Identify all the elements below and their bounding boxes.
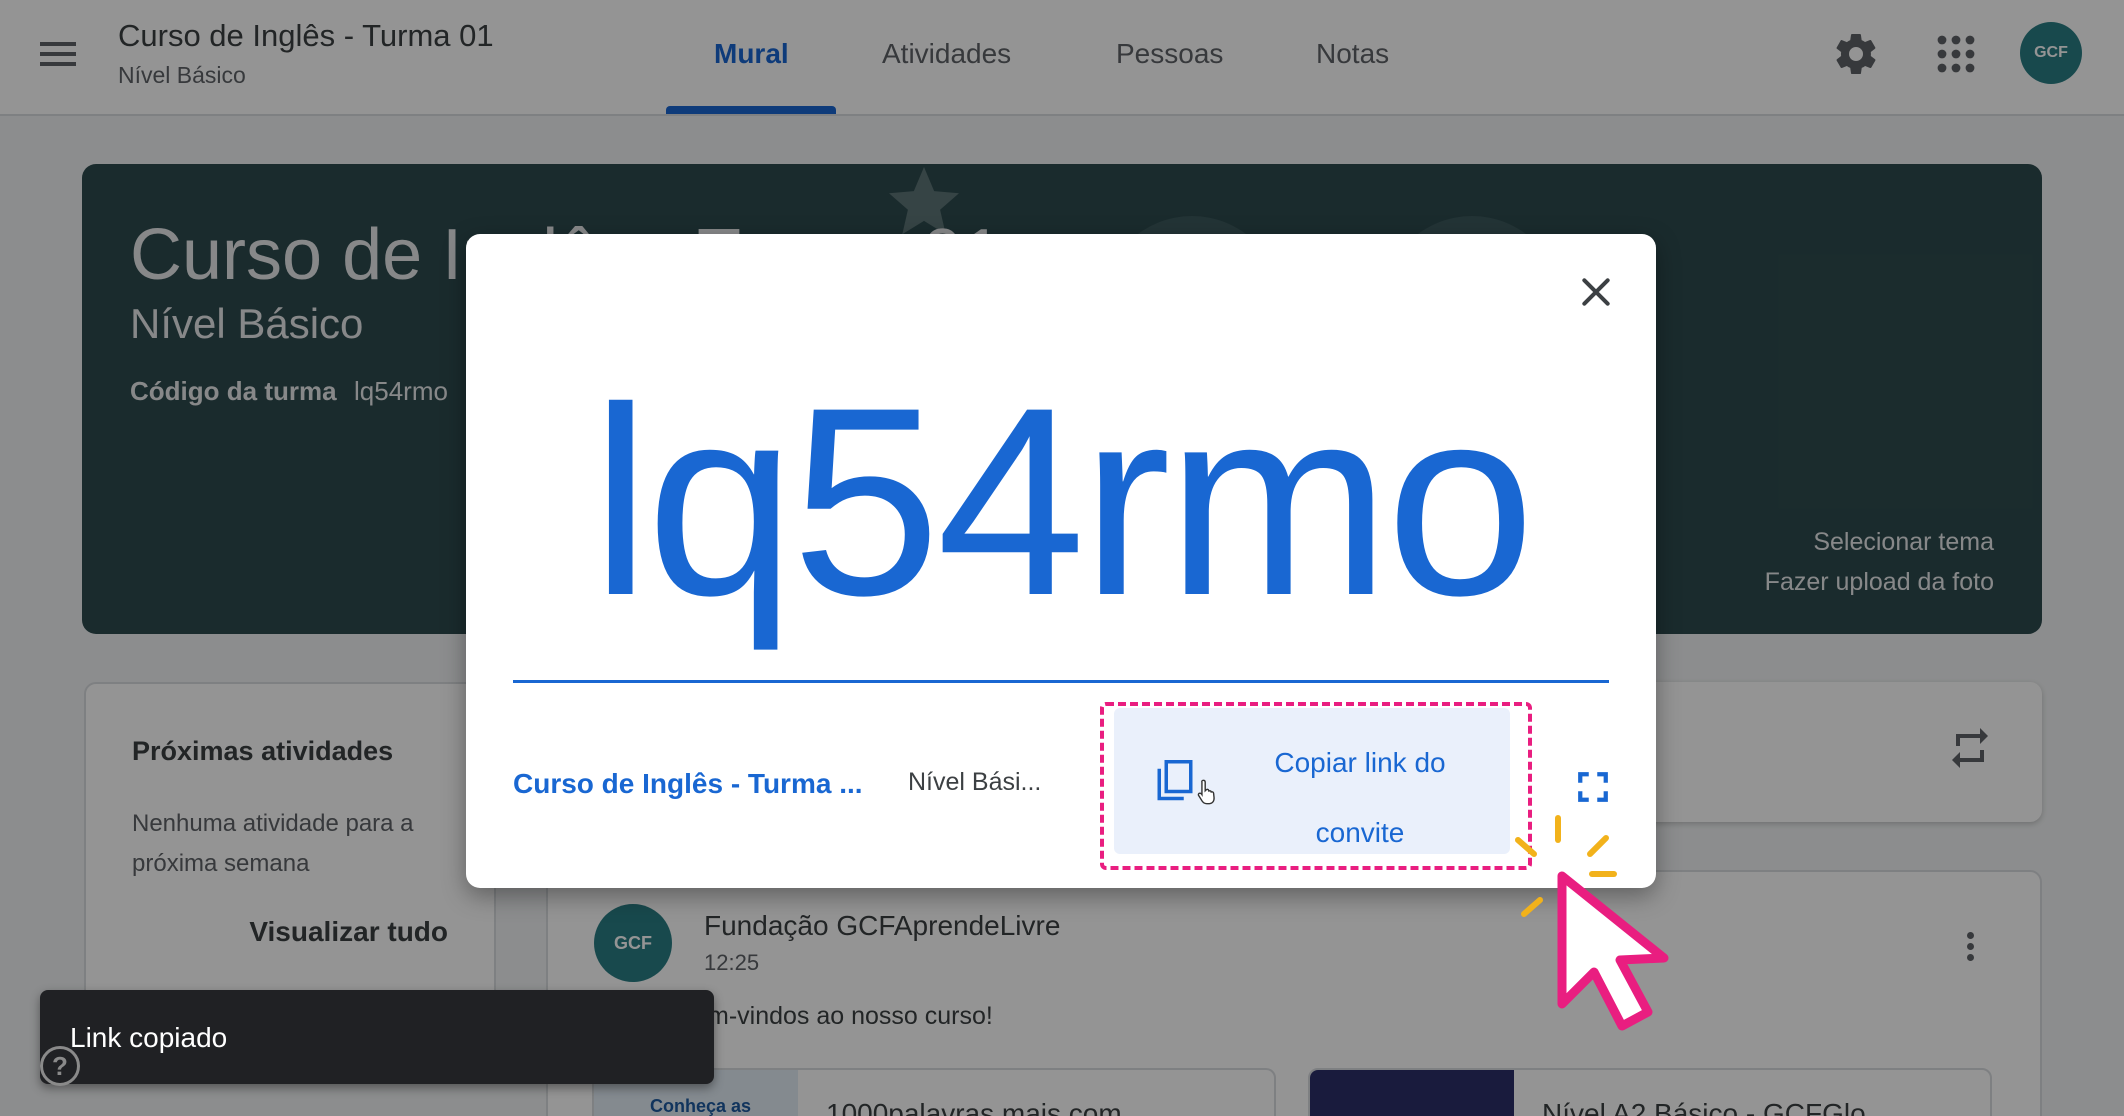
copy-link-highlight (1100, 702, 1532, 870)
help-icon[interactable]: ? (40, 1046, 80, 1086)
snackbar: Link copiado (40, 990, 714, 1084)
close-icon[interactable] (1576, 272, 1616, 312)
arrow-pointer-icon (1557, 871, 1669, 1031)
class-code-display: lq54rmo (590, 351, 1535, 651)
snackbar-text: Link copiado (70, 1022, 228, 1053)
code-divider (513, 680, 1609, 683)
dialog-class-name: Curso de Inglês - Turma ... (513, 768, 863, 799)
dialog-class-level: Nível Bási... (908, 768, 1042, 796)
fullscreen-icon[interactable] (1576, 770, 1610, 804)
